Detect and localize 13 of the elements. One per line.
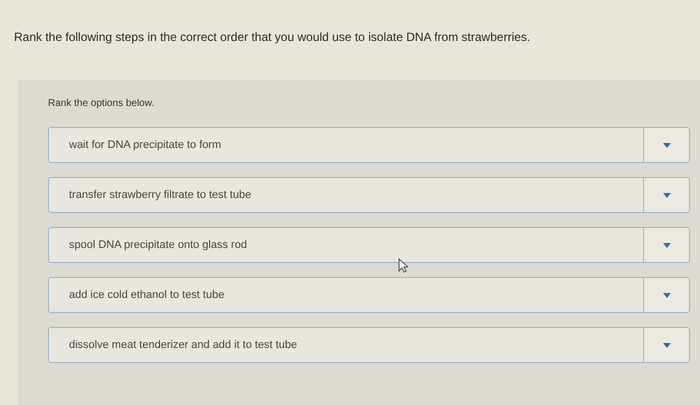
caret-icon xyxy=(662,142,670,148)
option-text: transfer strawberry filtrate to test tube xyxy=(68,188,252,203)
question-text: Rank the following steps in the correct order that you would use to isolate DNA from strawberries. xyxy=(13,29,532,46)
instruction-text: Rank the options below. xyxy=(48,97,156,111)
caret-icon xyxy=(662,192,670,198)
caret-icon xyxy=(662,342,670,348)
option-text: wait for DNA precipitate to form xyxy=(68,138,222,153)
option-text: dissolve meat tenderizer and add it to test tube xyxy=(68,338,298,353)
option-text: spool DNA precipitate onto glass rod xyxy=(68,238,248,253)
mouse-pointer-icon xyxy=(398,258,408,273)
caret-icon xyxy=(662,242,670,248)
caret-icon xyxy=(662,292,670,298)
option-text: add ice cold ethanol to test tube xyxy=(68,288,226,303)
